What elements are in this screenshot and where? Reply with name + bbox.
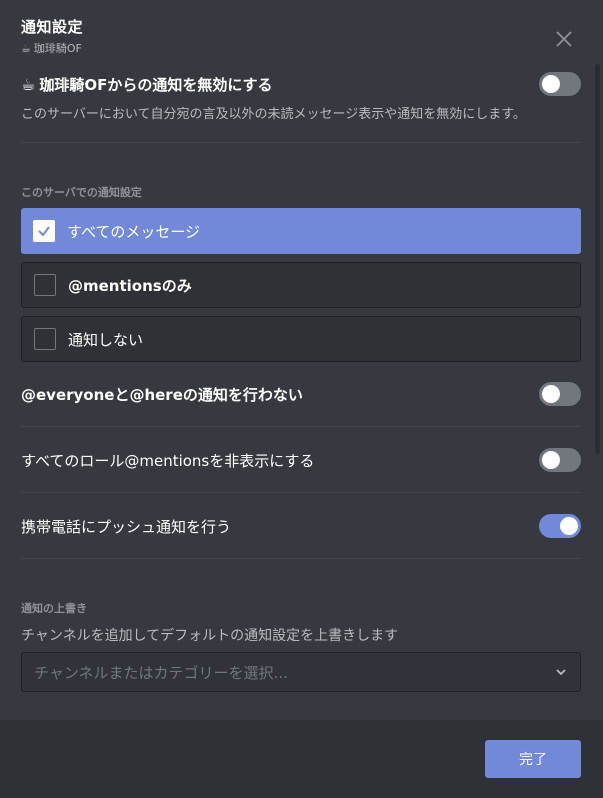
dialog-header: 通知設定 ☕ 珈琲騎OF [21,16,83,56]
override-section-title: 通知の上書き [21,602,87,615]
option-label: 通知しない [68,330,144,349]
coffee-icon: ☕ [21,74,36,94]
mute-server-toggle[interactable] [539,72,581,96]
toggle-knob [542,75,560,93]
server-name: 珈琲騎OF [33,42,82,55]
notification-settings-dialog: 通知設定 ☕ 珈琲騎OF ☕ 珈琲騎OFからの通知を無効にする このサーバーにお… [0,0,603,798]
chevron-down-icon [556,669,566,676]
toggle-knob [560,517,578,535]
checkbox-checked [33,220,55,242]
coffee-icon: ☕ [21,41,31,55]
suppress-everyone-label: @everyoneと@hereの通知を行わない [21,385,303,404]
checkmark-icon [38,226,50,237]
suppress-roles-toggle[interactable] [539,448,581,472]
suppress-roles-row: すべてのロール@mentionsを非表示にする [21,448,581,472]
channel-select-placeholder: チャンネルまたはカテゴリーを選択... [34,663,288,682]
done-button[interactable]: 完了 [485,740,581,778]
mobile-push-label: 携帯電話にプッシュ通知を行う [21,517,232,536]
option-all-messages[interactable]: すべてのメッセージ [21,208,581,254]
channel-select[interactable]: チャンネルまたはカテゴリーを選択... [21,652,581,692]
mobile-push-toggle[interactable] [539,514,581,538]
checkbox-unchecked [34,328,56,350]
mute-server-description: このサーバーにおいて自分宛の言及以外の未読メッセージ表示や通知を無効にします。 [21,107,526,122]
override-description: チャンネルを追加してデフォルトの通知設定を上書きします [21,628,399,644]
suppress-everyone-row: @everyoneと@hereの通知を行わない [21,382,581,406]
option-mentions-only[interactable]: @mentionsのみ [21,262,581,308]
scrollbar[interactable] [595,64,600,454]
toggle-knob [542,385,560,403]
dialog-footer: 完了 [0,720,603,798]
mobile-push-row: 携帯電話にプッシュ通知を行う [21,514,581,538]
notification-section-title: このサーバでの通知設定 [21,186,142,199]
checkbox-unchecked [34,274,56,296]
suppress-everyone-toggle[interactable] [539,382,581,406]
mute-server-label: ☕ 珈琲騎OFからの通知を無効にする [21,74,273,94]
suppress-roles-label: すべてのロール@mentionsを非表示にする [21,451,315,470]
option-nothing[interactable]: 通知しない [21,316,581,362]
server-subtitle: ☕ 珈琲騎OF [21,40,83,56]
mute-server-row: ☕ 珈琲騎OFからの通知を無効にする [21,72,581,96]
option-label: すべてのメッセージ [67,222,201,241]
divider [21,426,581,427]
dialog-title: 通知設定 [21,18,84,36]
divider [21,558,581,559]
toggle-knob [542,451,560,469]
divider [21,492,581,493]
option-label: @mentionsのみ [68,276,192,295]
close-icon [556,31,572,47]
close-button[interactable] [552,27,576,51]
divider [21,142,581,143]
